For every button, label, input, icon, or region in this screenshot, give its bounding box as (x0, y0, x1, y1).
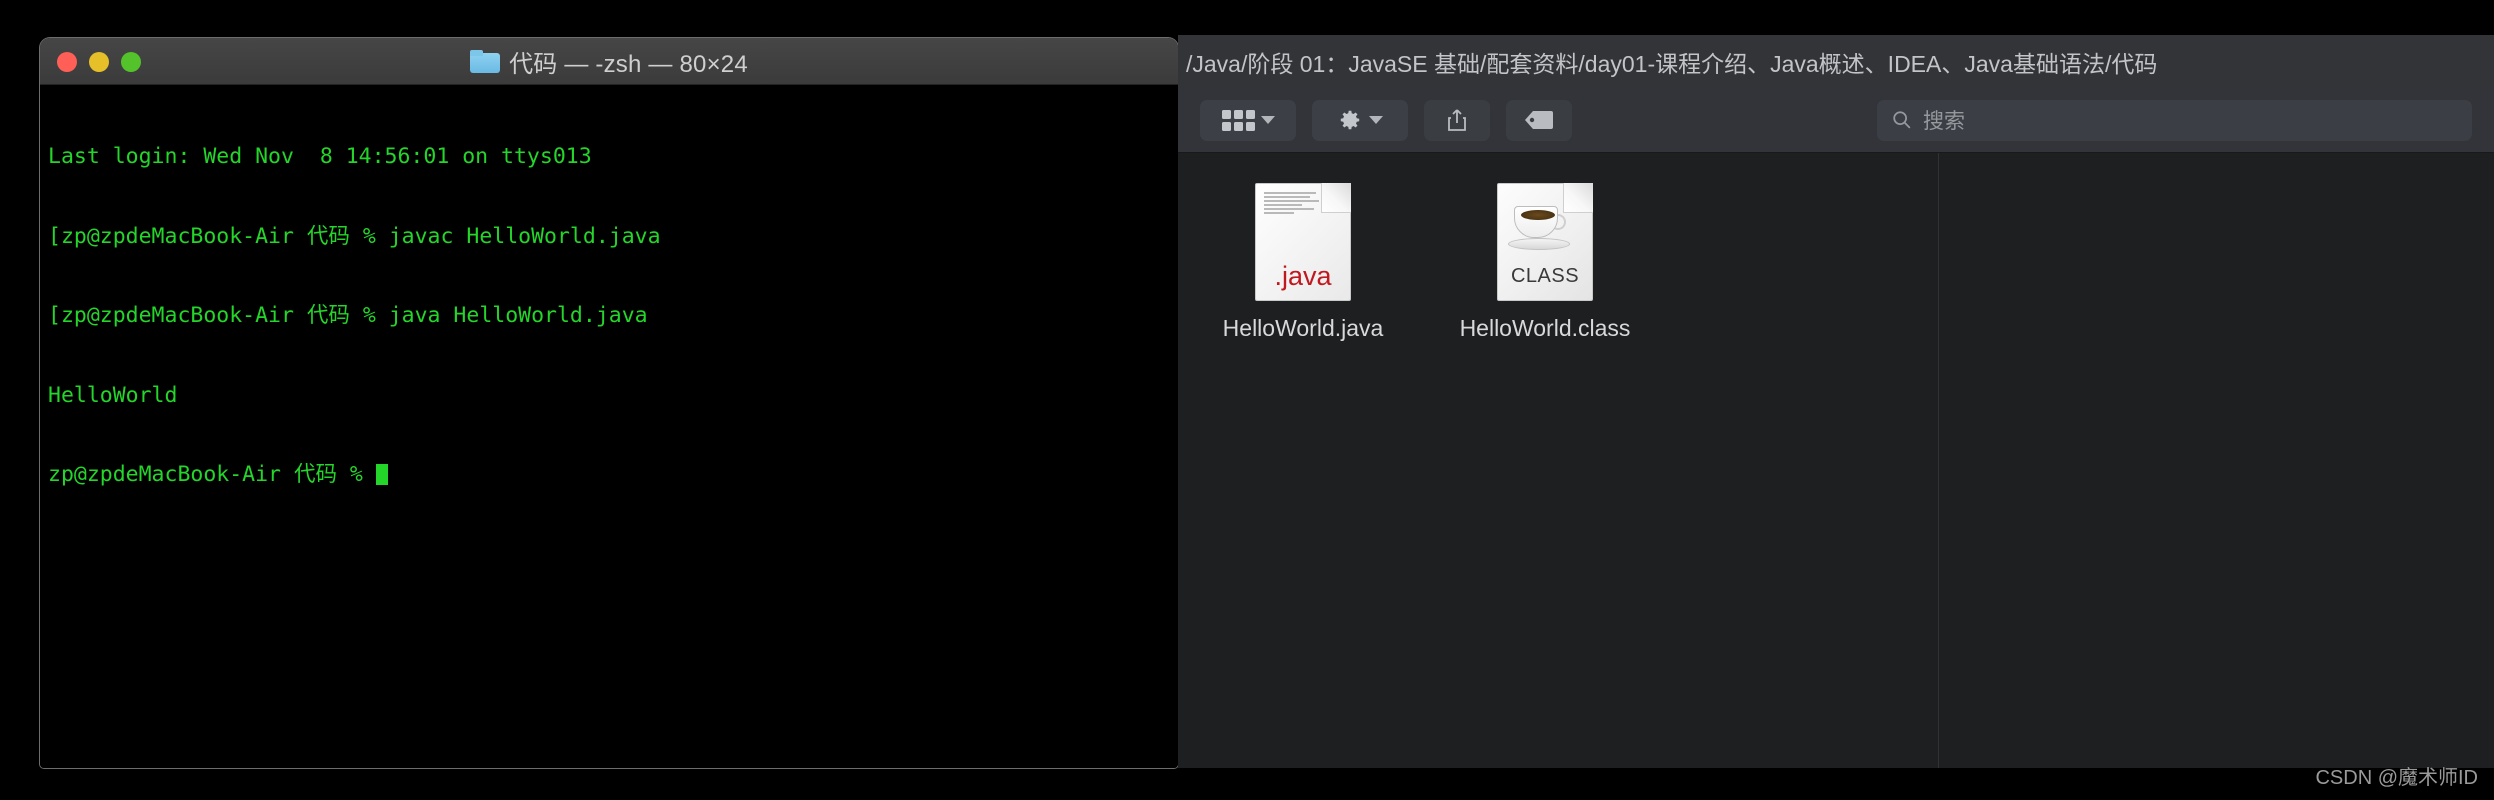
watermark: CSDN @魔术师ID (2315, 767, 2478, 789)
icon-view-button[interactable] (1200, 99, 1296, 141)
terminal-title: 代码 — -zsh — 80×24 (40, 44, 1178, 79)
folder-icon (470, 49, 501, 73)
terminal-window[interactable]: 代码 — -zsh — 80×24 Last login: Wed Nov 8 … (40, 38, 1178, 768)
terminal-title-text: 代码 — -zsh — 80×24 (509, 50, 748, 78)
maximize-button[interactable] (121, 51, 141, 72)
search-input[interactable]: 搜索 (1877, 99, 2472, 141)
file-item-java[interactable]: .java HelloWorld.java (1208, 183, 1398, 768)
finder-path-bar: /Java/阶段 01：JavaSE 基础/配套资料/day01-课程介绍、Ja… (1178, 35, 2494, 88)
terminal-line: [zp@zpdeMacBook-Air 代码 % javac HelloWorl… (48, 223, 661, 249)
terminal-line: [zp@zpdeMacBook-Air 代码 % java HelloWorld… (48, 303, 648, 328)
coffee-surface (1521, 210, 1555, 220)
finder-file-list[interactable]: .java HelloWorld.java CLASS HelloWorld.c… (1178, 153, 2494, 768)
minimize-button[interactable] (89, 51, 109, 72)
close-button[interactable] (57, 51, 77, 72)
chevron-down-icon[interactable] (1260, 116, 1275, 124)
gear-action-button[interactable] (1312, 99, 1408, 141)
terminal-line: HelloWorld (48, 382, 178, 408)
tag-button[interactable] (1506, 99, 1572, 141)
column-divider (1938, 153, 1939, 768)
document-text-lines (1264, 192, 1322, 216)
finder-toolbar[interactable]: 搜索 (1178, 88, 2494, 153)
page-fold (1321, 183, 1351, 213)
saucer (1508, 238, 1570, 250)
file-name-label: HelloWorld.java (1222, 315, 1384, 341)
grid-view-icon (1221, 109, 1255, 131)
file-item-class[interactable]: CLASS HelloWorld.class (1450, 183, 1640, 768)
class-coffee-icon: CLASS (1497, 183, 1593, 301)
terminal-prompt-line: zp@zpdeMacBook-Air 代码 % (48, 462, 1178, 489)
file-grid: .java HelloWorld.java CLASS HelloWorld.c… (1178, 153, 1938, 768)
window-controls[interactable] (57, 38, 141, 85)
search-icon (1893, 111, 1911, 129)
terminal-output[interactable]: Last login: Wed Nov 8 14:56:01 on ttys01… (40, 85, 1178, 768)
finder-path-text: /Java/阶段 01：JavaSE 基础/配套资料/day01-课程介绍、Ja… (1186, 50, 2158, 77)
search-placeholder: 搜索 (1923, 110, 1965, 133)
finder-window[interactable]: /Java/阶段 01：JavaSE 基础/配套资料/day01-课程介绍、Ja… (1178, 35, 2494, 768)
gear-icon (1340, 110, 1360, 130)
terminal-line: Last login: Wed Nov 8 14:56:01 on ttys01… (48, 144, 592, 169)
screen-root: 代码 — -zsh — 80×24 Last login: Wed Nov 8 … (0, 0, 2494, 800)
share-button[interactable] (1424, 99, 1490, 141)
chevron-down-icon[interactable] (1369, 116, 1383, 124)
terminal-prompt-text: zp@zpdeMacBook-Air 代码 % (48, 462, 376, 487)
cup-body (1514, 206, 1558, 238)
terminal-cursor (375, 464, 388, 485)
terminal-titlebar[interactable]: 代码 — -zsh — 80×24 (40, 38, 1178, 85)
file-extension-badge: .java (1274, 261, 1332, 291)
coffee-cup-icon (1508, 206, 1570, 250)
file-name-label: HelloWorld.class (1459, 315, 1631, 341)
java-document-icon: .java (1255, 183, 1351, 301)
tag-icon (1525, 111, 1553, 129)
share-icon (1448, 109, 1466, 131)
file-extension-badge: CLASS (1510, 265, 1580, 287)
